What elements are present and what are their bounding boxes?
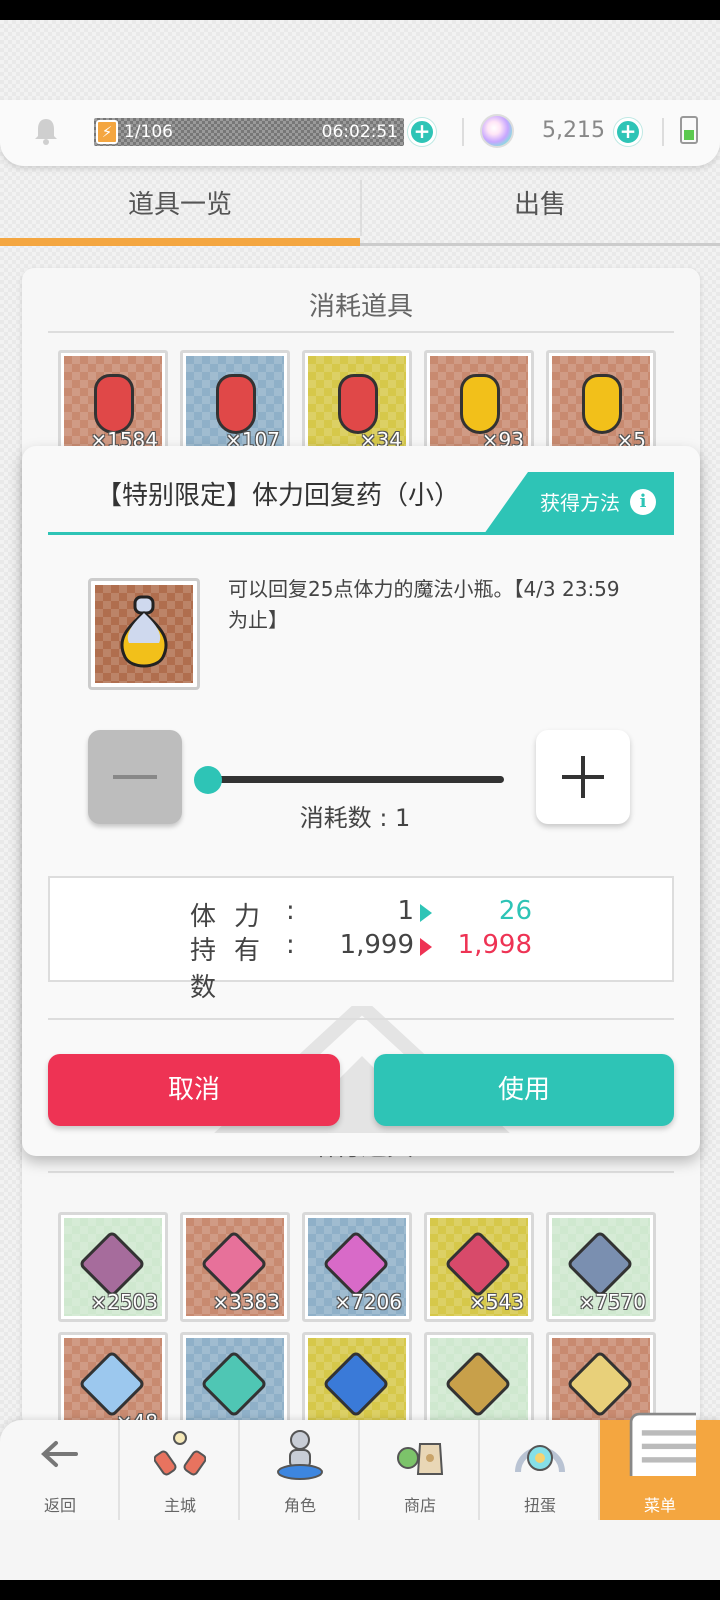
nav-label: 主城	[163, 1496, 196, 1515]
section-title-consumables: 消耗道具	[48, 286, 674, 333]
stat-label: 持有数	[190, 936, 260, 1003]
nav-label: 菜单	[643, 1496, 676, 1515]
increase-button[interactable]	[536, 730, 630, 824]
blue-ore-icon	[566, 1230, 634, 1298]
menu-icon	[629, 1412, 696, 1476]
gold-ore-icon	[444, 1350, 512, 1418]
gacha-icon	[515, 1445, 565, 1473]
item-count: ×3383	[212, 1290, 280, 1314]
pink-crystal-icon	[322, 1230, 390, 1298]
stat-new-value: 1,998	[457, 930, 532, 960]
character-icon	[277, 1430, 323, 1480]
stat-row-stamina: 体力 : 1 26	[50, 896, 676, 932]
item-tile[interactable]: ×2503	[58, 1212, 168, 1322]
item-tile[interactable]: ×107	[180, 350, 290, 460]
item-count: ×543	[469, 1290, 524, 1314]
item-tile[interactable]: ×93	[424, 350, 534, 460]
stat-row-owned: 持有数 : 1,999 1,998	[50, 930, 676, 1003]
quantity-slider-thumb[interactable]	[194, 766, 222, 794]
info-icon[interactable]: i	[630, 489, 656, 515]
item-detail-icon	[88, 578, 200, 690]
stat-colon: :	[286, 896, 295, 926]
stamina-bar: ⚡ 1/106 06:02:51	[94, 118, 404, 146]
nav-label: 返回	[43, 1496, 76, 1515]
yellow-potion-icon	[120, 595, 168, 668]
back-arrow-icon	[41, 1441, 78, 1467]
nav-menu[interactable]: 菜单	[600, 1412, 720, 1520]
red-potion-icon	[216, 374, 256, 434]
nav-castle[interactable]: 主城	[120, 1420, 240, 1520]
stats-preview: 体力 : 1 26 持有数 : 1,999 1,998	[48, 876, 676, 1003]
castle-icon	[154, 1431, 206, 1476]
item-tile[interactable]: ×543	[424, 1212, 534, 1322]
item-tile[interactable]: ×3383	[180, 1212, 290, 1322]
item-count: ×2503	[90, 1290, 158, 1314]
item-count: ×7206	[334, 1290, 402, 1314]
red-crystal-icon	[444, 1230, 512, 1298]
bottom-bezel	[0, 1580, 720, 1600]
quantity-slider[interactable]	[206, 776, 504, 783]
yellow-potion-icon	[582, 374, 622, 434]
decrease-button[interactable]	[88, 730, 182, 824]
use-item-dialog: 【特别限定】体力回复药（小） 获得方法 i 可以回复25点体力的魔法小瓶。【4/…	[22, 446, 700, 1156]
gem-icon	[480, 114, 514, 148]
teal-crystal-icon	[200, 1350, 268, 1418]
dialog-title: 【特别限定】体力回复药（小）	[95, 481, 460, 511]
nav-back[interactable]: 返回	[0, 1420, 120, 1520]
nav-shop[interactable]: 商店	[360, 1420, 480, 1520]
tab-sell[interactable]: 出售	[360, 180, 720, 246]
status-bar: ⚡ 1/106 06:02:51 + 5,215 +	[0, 100, 720, 166]
stat-colon: :	[286, 930, 295, 960]
arrow-right-icon	[420, 904, 432, 922]
blue-crystal-icon	[78, 1350, 146, 1418]
blue-orb-icon	[322, 1350, 390, 1418]
stamina-timer: 06:02:51	[321, 122, 398, 142]
how-to-obtain-label: 获得方法	[540, 491, 620, 515]
divider	[662, 118, 664, 146]
battery-icon	[680, 116, 698, 144]
item-tile[interactable]: ×34	[302, 350, 412, 460]
crowned-potion-icon	[338, 374, 378, 434]
system-nav-area	[0, 1520, 720, 1580]
stat-label: 体力	[190, 902, 260, 932]
item-tile[interactable]: ×7570	[546, 1212, 656, 1322]
bell-icon[interactable]	[32, 116, 60, 146]
yellow-potion-icon	[460, 374, 500, 434]
shop-icon	[397, 1443, 444, 1475]
stamina-count: 1/106	[124, 122, 173, 142]
add-stamina-button[interactable]: +	[408, 118, 436, 146]
cancel-button[interactable]: 取消	[48, 1054, 340, 1126]
nav-label: 商店	[403, 1496, 436, 1515]
stat-current-value: 1,999	[339, 930, 414, 960]
bottom-navigation: 返回 主城 角色 商店 扭蛋 菜单	[0, 1412, 720, 1520]
nav-label: 扭蛋	[523, 1496, 556, 1515]
top-bezel	[0, 0, 720, 20]
item-tile[interactable]: ×1584	[58, 350, 168, 460]
purple-crystal-icon	[78, 1230, 146, 1298]
red-potion-icon	[94, 374, 134, 434]
lightning-icon: ⚡	[96, 120, 118, 144]
use-button[interactable]: 使用	[374, 1054, 674, 1126]
stat-current-value: 1	[397, 896, 414, 926]
tab-bar: 道具一览 出售	[0, 180, 720, 246]
divider	[462, 118, 464, 146]
item-tile[interactable]: ×7206	[302, 1212, 412, 1322]
item-description: 可以回复25点体力的魔法小瓶。【4/3 23:59 为止】	[228, 577, 620, 632]
add-gems-button[interactable]: +	[614, 118, 642, 146]
nav-label: 角色	[283, 1496, 316, 1515]
stat-new-value: 26	[498, 896, 532, 926]
pink-gem-icon	[200, 1230, 268, 1298]
tab-item-list[interactable]: 道具一览	[0, 180, 360, 246]
item-tile[interactable]: ×5	[546, 350, 656, 460]
consume-count: 消耗数 : 1	[299, 804, 411, 832]
arrow-right-icon	[420, 938, 432, 956]
nav-gacha[interactable]: 扭蛋	[480, 1420, 600, 1520]
nav-character[interactable]: 角色	[240, 1420, 360, 1520]
gem-count: 5,215	[542, 118, 605, 143]
item-count: ×7570	[578, 1290, 646, 1314]
divider	[48, 1018, 674, 1020]
